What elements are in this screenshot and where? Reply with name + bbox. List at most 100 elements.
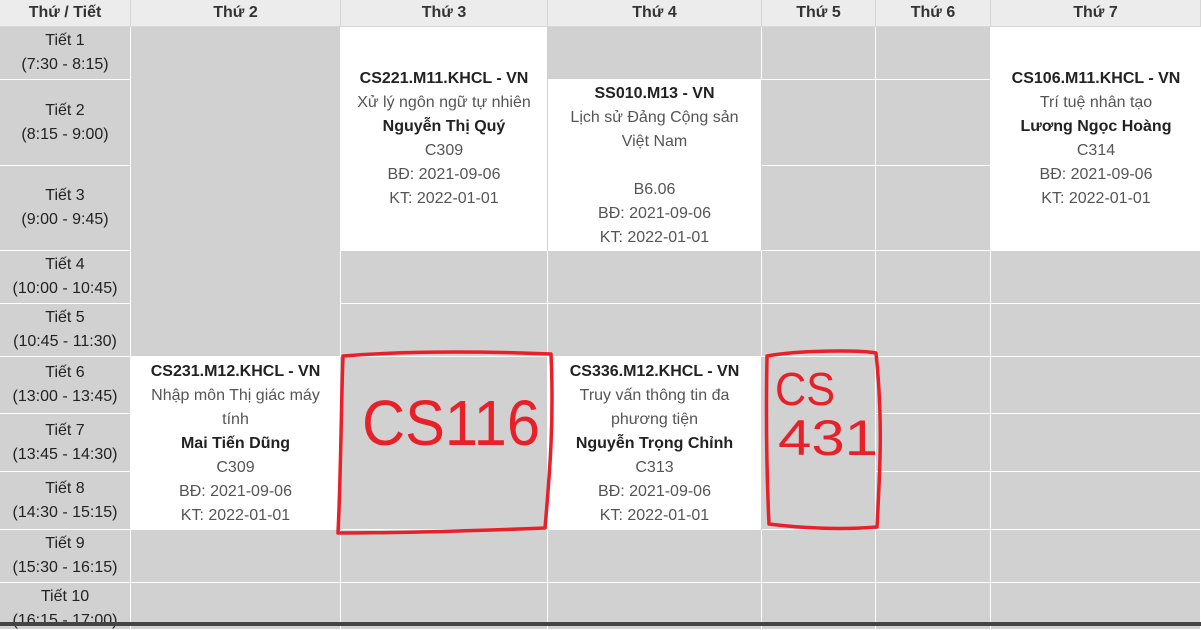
course-code: CS336.M12.KHCL - VN <box>569 362 740 380</box>
empty-slot <box>991 414 1201 472</box>
period-name: Tiết 8 <box>45 479 85 497</box>
empty-slot <box>548 251 762 304</box>
timetable: Thứ / Tiết Thứ 2 Thứ 3 Thứ 4 Thứ 5 Thứ 6… <box>0 0 1201 630</box>
empty-slot <box>341 530 548 583</box>
course-name-cont: Việt Nam <box>621 132 688 150</box>
empty-slot <box>762 166 876 251</box>
course-name-cont: phương tiện <box>610 410 699 428</box>
empty-slot <box>548 27 762 80</box>
period-time: (9:00 - 9:45) <box>21 211 109 228</box>
course-name: Xử lý ngôn ngữ tự nhiên <box>357 94 531 111</box>
course-start-date: BĐ: 2021-09-06 <box>387 166 501 183</box>
course-code: CS221.M11.KHCL - VN <box>359 70 529 87</box>
course-end-date: KT: 2022-01-01 <box>599 228 710 246</box>
course-lecturer: Nguyễn Trọng Chỉnh <box>575 434 734 452</box>
period-9: Tiết 9 (15:30 - 16:15) <box>0 530 131 583</box>
period-2: Tiết 2 (8:15 - 9:00) <box>0 80 131 166</box>
period-name: Tiết 3 <box>45 187 85 204</box>
course-room: C309 <box>216 458 255 476</box>
header-day-thu-5: Thứ 5 <box>762 0 876 27</box>
empty-slot <box>876 414 991 472</box>
course-block-cs231[interactable]: CS231.M12.KHCL - VN Nhập môn Thị giác má… <box>131 357 341 530</box>
period-6: Tiết 6 (13:00 - 13:45) <box>0 357 131 414</box>
period-time: (14:30 - 15:15) <box>12 503 118 521</box>
empty-slot <box>762 80 876 166</box>
empty-slot <box>341 304 548 357</box>
empty-slot <box>876 357 991 414</box>
period-name: Tiết 4 <box>45 256 85 273</box>
empty-slot <box>991 304 1201 357</box>
course-end-date: KT: 2022-01-01 <box>180 506 291 524</box>
course-name: Nhập môn Thị giác máy <box>151 386 320 404</box>
header-day-thu-6: Thứ 6 <box>876 0 991 27</box>
period-name: Tiết 7 <box>45 421 85 439</box>
period-time: (16:15 - 17:00) <box>12 612 118 629</box>
course-end-date: KT: 2022-01-01 <box>389 190 499 207</box>
period-name: Tiết 5 <box>45 309 85 326</box>
empty-slot <box>131 27 341 357</box>
course-block-cs336[interactable]: CS336.M12.KHCL - VN Truy vấn thông tin đ… <box>548 357 762 530</box>
course-start-date: BĐ: 2021-09-06 <box>598 204 711 222</box>
empty-slot <box>876 27 991 80</box>
course-code: SS010.M13 - VN <box>594 84 715 102</box>
course-name: Lịch sử Đảng Cộng sản <box>570 108 739 126</box>
period-5: Tiết 5 (10:45 - 11:30) <box>0 304 131 357</box>
header-day-thu-4: Thứ 4 <box>548 0 762 27</box>
period-time: (15:30 - 16:15) <box>12 559 118 576</box>
window-bottom-edge <box>0 622 1201 626</box>
empty-slot <box>991 251 1201 304</box>
empty-slot <box>131 530 341 583</box>
empty-slot <box>876 304 991 357</box>
course-start-date: BĐ: 2021-09-06 <box>598 482 711 500</box>
empty-slot <box>876 530 991 583</box>
period-name: Tiết 2 <box>45 101 85 119</box>
period-time: (10:00 - 10:45) <box>12 280 118 297</box>
course-lecturer: Mai Tiến Dũng <box>180 434 291 452</box>
course-name: Truy vấn thông tin đa <box>579 386 730 404</box>
empty-slot <box>762 357 876 530</box>
period-name: Tiết 9 <box>45 535 85 552</box>
period-3: Tiết 3 (9:00 - 9:45) <box>0 166 131 251</box>
empty-slot <box>876 472 991 530</box>
course-end-date: KT: 2022-01-01 <box>1041 190 1151 207</box>
empty-slot <box>762 251 876 304</box>
empty-slot <box>991 357 1201 414</box>
empty-slot <box>991 472 1201 530</box>
period-time: (13:00 - 13:45) <box>12 388 118 405</box>
course-end-date: KT: 2022-01-01 <box>599 506 710 524</box>
course-block-cs221[interactable]: CS221.M11.KHCL - VN Xử lý ngôn ngữ tự nh… <box>341 27 548 251</box>
empty-slot <box>548 530 762 583</box>
period-1: Tiết 1 (7:30 - 8:15) <box>0 27 131 80</box>
period-time: (10:45 - 11:30) <box>13 333 117 350</box>
header-day-thu-3: Thứ 3 <box>341 0 548 27</box>
course-name: Trí tuệ nhân tạo <box>1039 94 1153 111</box>
course-code: CS231.M12.KHCL - VN <box>150 362 321 380</box>
empty-slot <box>762 27 876 80</box>
period-7: Tiết 7 (13:45 - 14:30) <box>0 414 131 472</box>
empty-slot <box>762 530 876 583</box>
header-day-thu-7: Thứ 7 <box>991 0 1201 27</box>
course-room: C313 <box>635 458 674 476</box>
course-block-ss010[interactable]: SS010.M13 - VN Lịch sử Đảng Cộng sản Việ… <box>548 80 762 251</box>
header-corner: Thứ / Tiết <box>0 0 131 27</box>
empty-slot <box>548 304 762 357</box>
course-block-cs106[interactable]: CS106.M11.KHCL - VN Trí tuệ nhân tạo Lươ… <box>991 27 1201 251</box>
period-name: Tiết 10 <box>40 588 90 605</box>
course-name-cont: tính <box>222 410 249 428</box>
course-lecturer: Nguyễn Thị Quý <box>382 118 506 135</box>
course-room: B6.06 <box>633 180 676 198</box>
period-4: Tiết 4 (10:00 - 10:45) <box>0 251 131 304</box>
period-name: Tiết 1 <box>45 32 85 49</box>
empty-slot <box>991 530 1201 583</box>
course-start-date: BĐ: 2021-09-06 <box>1039 166 1153 183</box>
empty-slot <box>762 304 876 357</box>
empty-slot <box>876 251 991 304</box>
period-time: (7:30 - 8:15) <box>21 56 109 73</box>
course-room: C309 <box>424 142 464 159</box>
empty-slot <box>876 166 991 251</box>
header-day-thu-2: Thứ 2 <box>131 0 341 27</box>
period-time: (13:45 - 14:30) <box>12 445 118 463</box>
period-name: Tiết 6 <box>45 364 85 381</box>
period-time: (8:15 - 9:00) <box>21 125 109 143</box>
course-code: CS106.M11.KHCL - VN <box>1011 70 1181 87</box>
